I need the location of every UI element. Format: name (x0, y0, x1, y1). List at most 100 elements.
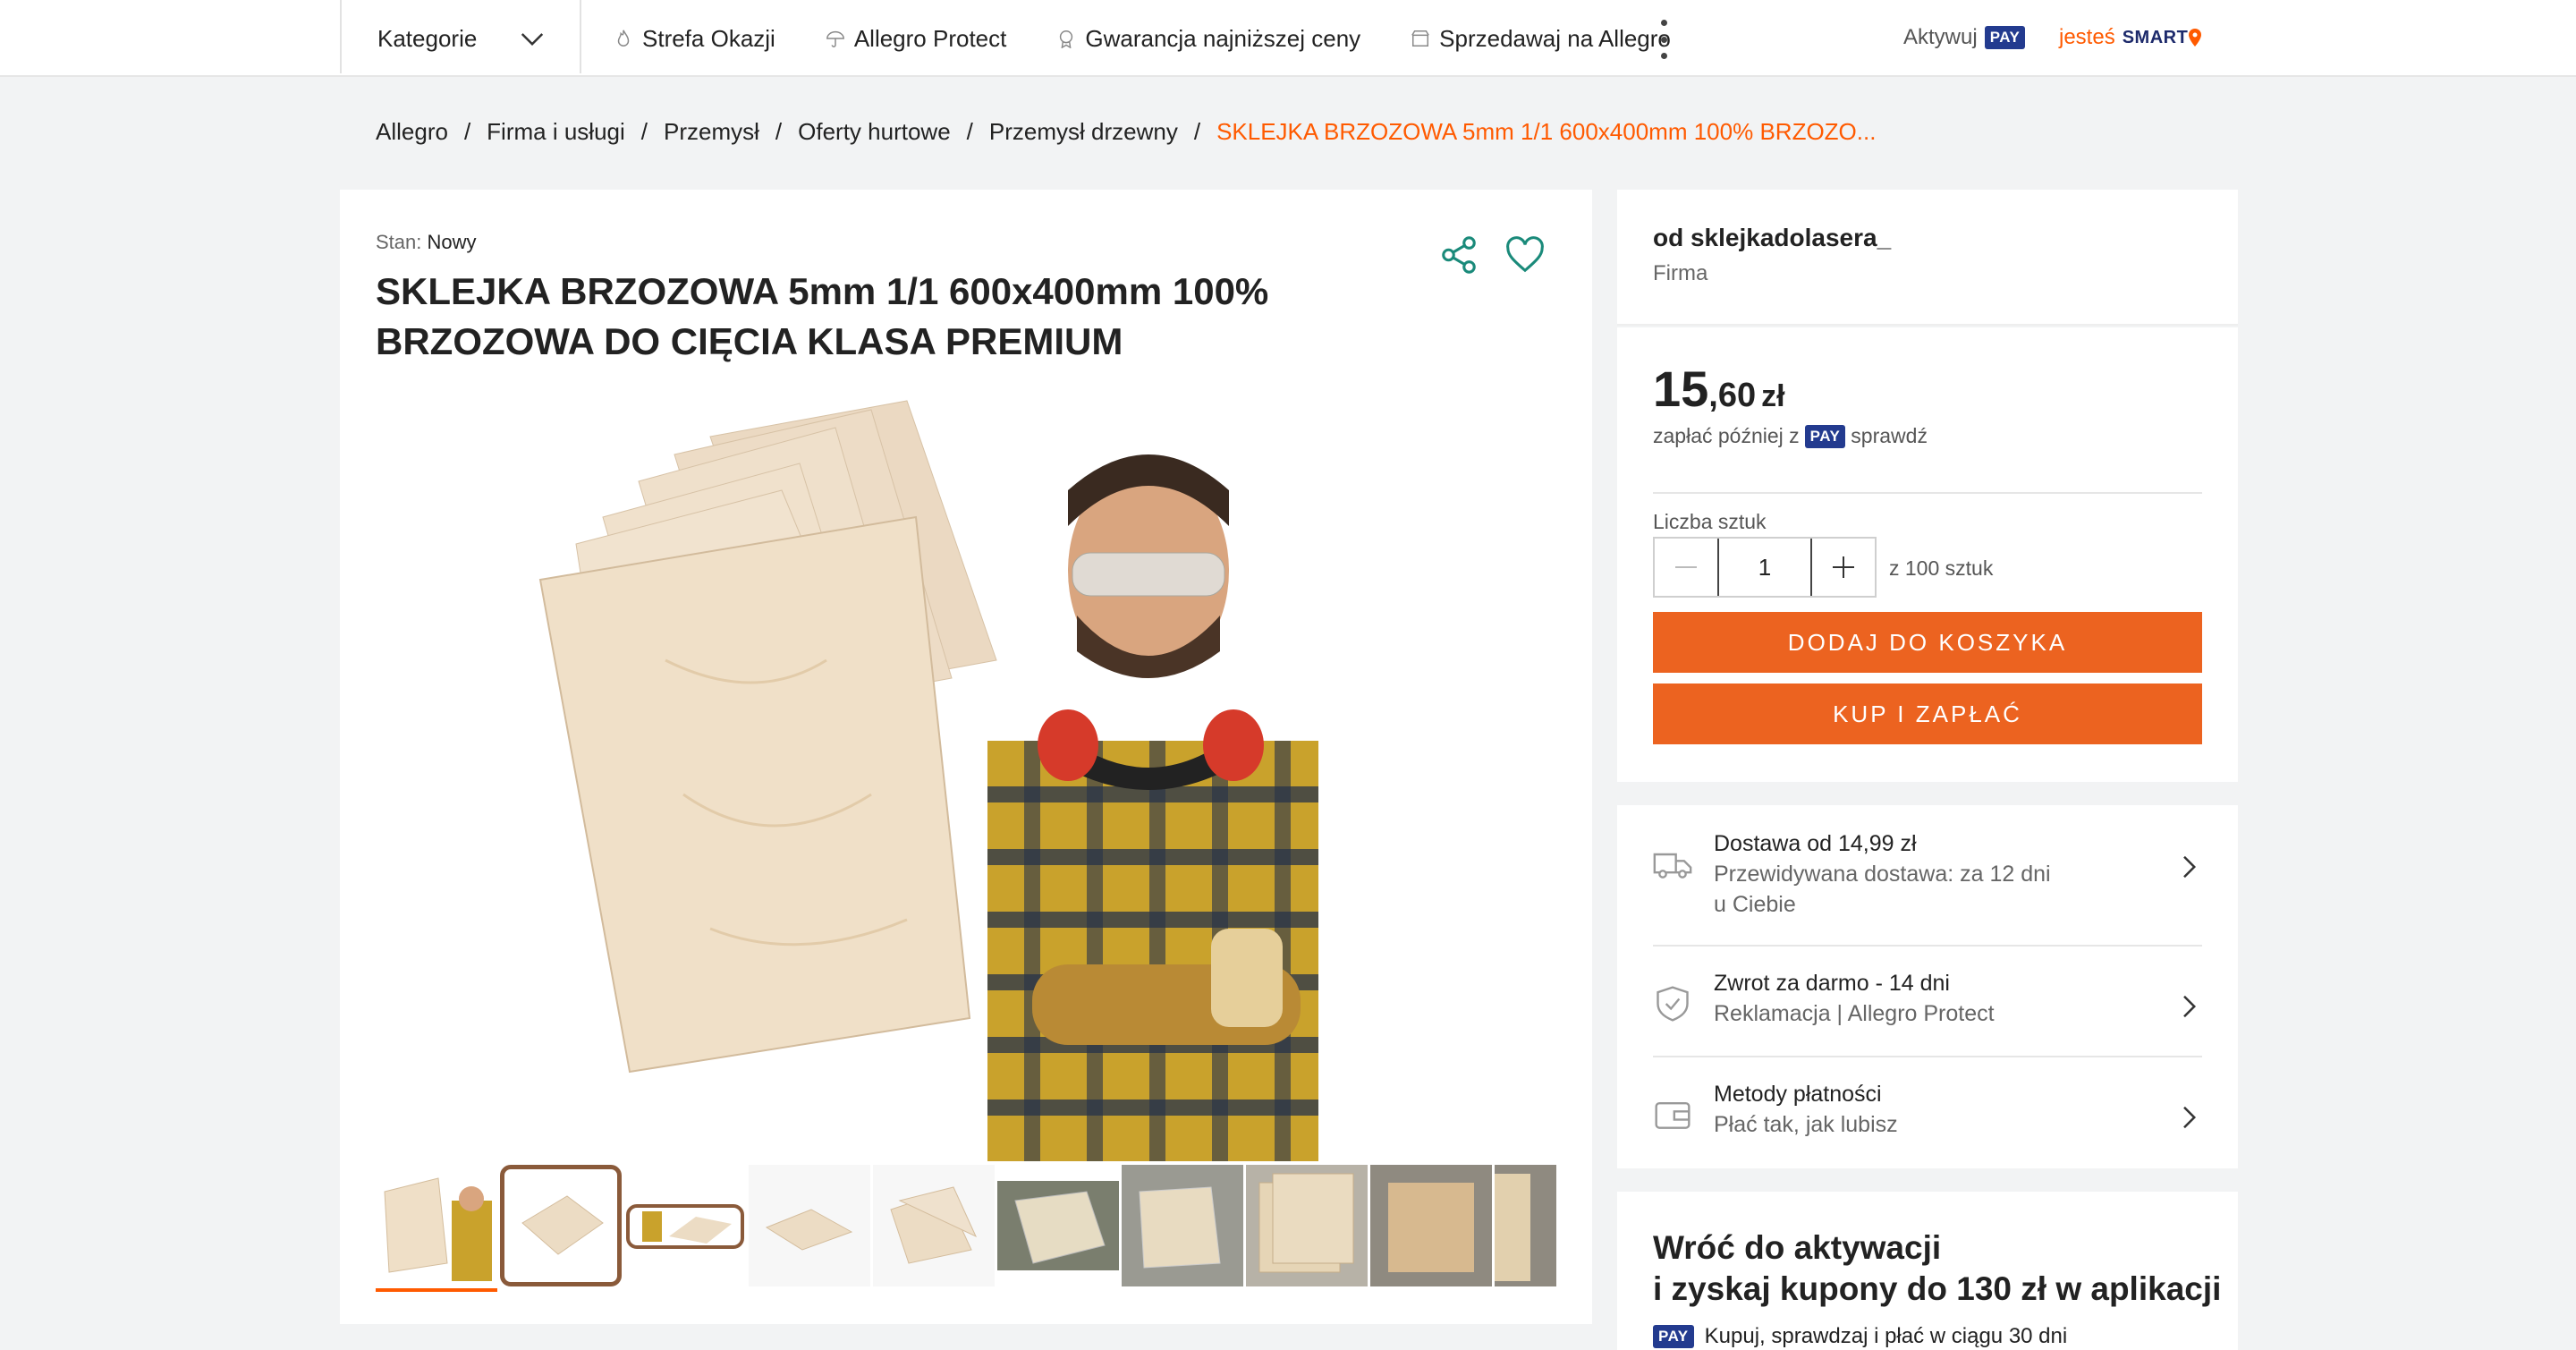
more-menu-icon[interactable] (1655, 20, 1673, 59)
delivery-price: Dostawa od 14,99 zł (1714, 831, 1917, 856)
top-navigation-bar: Kategorie Strefa Okazji Allegro Protect … (0, 0, 2576, 77)
heart-icon[interactable] (1504, 234, 1546, 276)
thumbnail-image (873, 1165, 995, 1286)
thumbnail-image (384, 1177, 492, 1281)
thumbnail-5[interactable] (873, 1165, 995, 1286)
thumbnail-4[interactable] (749, 1165, 870, 1286)
delivery-estimate-cont: u Ciebie (1714, 892, 1796, 917)
increase-button[interactable] (1812, 539, 1875, 596)
price-decimal: ,60 (1708, 377, 1757, 414)
breadcrumb-item[interactable]: Przemysł drzewny (989, 118, 1178, 146)
quantity-input[interactable]: 1 (1717, 539, 1812, 596)
decrease-button[interactable] (1655, 539, 1717, 596)
returns-title: Zwrot za darmo - 14 dni (1714, 971, 1950, 996)
thumbnail-7[interactable] (1122, 1165, 1243, 1286)
price: 15,60 zł (1653, 360, 1785, 418)
promo-heading-line1: Wróć do aktywacji (1653, 1229, 1942, 1266)
thumbnail-image (1370, 1165, 1492, 1286)
thumbnail-image (1495, 1165, 1556, 1286)
returns-subtitle: Reklamacja | Allegro Protect (1714, 1001, 1995, 1026)
thumbnail-6[interactable] (997, 1165, 1119, 1286)
categories-dropdown[interactable]: Kategorie (342, 0, 581, 77)
thumbnail-8[interactable] (1246, 1165, 1368, 1286)
chevron-right-icon (2183, 1106, 2197, 1129)
divider (580, 0, 581, 73)
chevron-right-icon (2183, 995, 2197, 1018)
buy-box: 15,60 zł zapłać później z PAY sprawdź Lic… (1617, 327, 2238, 782)
thumbnail-image (1122, 1165, 1243, 1286)
divider (1653, 1056, 2202, 1057)
thumbnail-10[interactable] (1495, 1165, 1556, 1286)
check-link[interactable]: sprawdź (1851, 424, 1928, 448)
promo-heading: Wróć do aktywacji i zyskaj kupony do 130… (1653, 1227, 2221, 1310)
condition-label: Stan: (376, 231, 422, 253)
product-title: SKLEJKA BRZOZOWA 5mm 1/1 600x400mm 100% … (376, 270, 1269, 362)
buy-now-button[interactable]: KUP I ZAPŁAĆ (1653, 683, 2202, 744)
returns-row[interactable]: Zwrot za darmo - 14 dni Reklamacja | All… (1653, 968, 2202, 1029)
add-to-cart-button[interactable]: DODAJ DO KOSZYKA (1653, 612, 2202, 673)
smart-link[interactable]: jesteś SMART (2059, 25, 2202, 50)
truck-icon (1653, 853, 1692, 879)
pay-later: zapłać później z PAY sprawdź (1653, 424, 1928, 448)
breadcrumb-item[interactable]: Firma i usługi (487, 118, 625, 146)
payment-subtitle: Płać tak, jak lubisz (1714, 1112, 1898, 1137)
thumbnail-2[interactable] (500, 1165, 622, 1286)
thumbnail-3[interactable] (624, 1165, 746, 1286)
seller-box: od sklejkadolasera_ Firma (1617, 190, 2238, 326)
breadcrumb-item[interactable]: Allegro (376, 118, 448, 146)
seller-name[interactable]: od sklejkadolasera_ (1653, 224, 1891, 252)
delivery-estimate: Przewidywana dostawa: za 12 dni (1714, 862, 2051, 887)
breadcrumb-separator: / (640, 118, 648, 145)
smart-marker-icon (2189, 29, 2202, 47)
shield-check-icon (1657, 986, 1689, 1022)
product-card: Stan: Nowy SKLEJKA BRZOZOWA 5mm 1/1 600x… (340, 190, 1592, 1324)
activate-pay-link[interactable]: Aktywuj PAY (1903, 25, 2026, 50)
stock-text: z 100 sztuk (1889, 556, 1994, 580)
share-icon[interactable] (1438, 234, 1479, 276)
nav-label: Sprzedawaj na Allegro (1439, 24, 1671, 52)
delivery-row[interactable]: Dostawa od 14,99 zł Przewidywana dostawa… (1653, 828, 2202, 920)
thumbnail-image (1246, 1165, 1368, 1286)
payment-methods-row[interactable]: Metody płatności Płać tak, jak lubisz (1653, 1079, 2202, 1140)
nav-strefa-okazji[interactable]: Strefa Okazji (614, 25, 775, 53)
thumbnail-strip (376, 1165, 1556, 1299)
minus-icon (1675, 566, 1697, 568)
thumbnail-9[interactable] (1370, 1165, 1492, 1286)
condition: Stan: Nowy (376, 231, 477, 254)
chevron-right-icon (2183, 855, 2197, 879)
nav-label: Gwarancja najniższej ceny (1085, 24, 1361, 52)
breadcrumb-separator: / (1193, 118, 1201, 145)
pay-badge: PAY (1984, 26, 2026, 49)
condition-value: Nowy (427, 231, 477, 253)
product-main-image[interactable] (531, 392, 1336, 1161)
flame-icon (617, 30, 630, 47)
top-nav-links: Strefa Okazji Allegro Protect Gwarancja … (614, 0, 1721, 77)
quantity-label: Liczba sztuk (1653, 510, 1767, 533)
smart-label: SMART (2122, 27, 2189, 47)
thumbnail-image (513, 1178, 608, 1273)
categories-label: Kategorie (377, 24, 478, 52)
nav-label: Strefa Okazji (642, 24, 775, 52)
nav-gwarancja[interactable]: Gwarancja najniższej ceny (1056, 25, 1360, 53)
smart-logo: SMART (2123, 28, 2189, 48)
badge-icon (1060, 30, 1073, 48)
breadcrumb: Allegro / Firma i usługi / Przemysł / Of… (376, 118, 1876, 146)
chevron-down-icon (521, 33, 544, 47)
pay-badge: PAY (1653, 1325, 1694, 1348)
quantity-stepper: 1 (1653, 537, 1877, 598)
thumbnail-image (749, 1165, 870, 1286)
breadcrumb-item[interactable]: Przemysł (664, 118, 759, 146)
wallet-icon (1655, 1101, 1690, 1129)
breadcrumb-item[interactable]: Oferty hurtowe (798, 118, 951, 146)
breadcrumb-current: SKLEJKA BRZOZOWA 5mm 1/1 600x400mm 100% … (1216, 118, 1877, 145)
nav-allegro-protect[interactable]: Allegro Protect (826, 25, 1006, 53)
promo-sub: PAY Kupuj, sprawdzaj i płać w ciągu 30 d… (1653, 1324, 2067, 1349)
thumbnail-image (626, 1204, 744, 1249)
seller-type: Firma (1653, 261, 1708, 285)
breadcrumb-separator: / (463, 118, 471, 145)
thumbnail-1[interactable] (376, 1165, 497, 1292)
promo-box: Wróć do aktywacji i zyskaj kupony do 130… (1617, 1192, 2238, 1350)
pay-badge: PAY (1804, 424, 1846, 448)
aktywuj-label: Aktywuj (1903, 25, 1978, 49)
nav-sprzedawaj[interactable]: Sprzedawaj na Allegro (1411, 25, 1671, 53)
